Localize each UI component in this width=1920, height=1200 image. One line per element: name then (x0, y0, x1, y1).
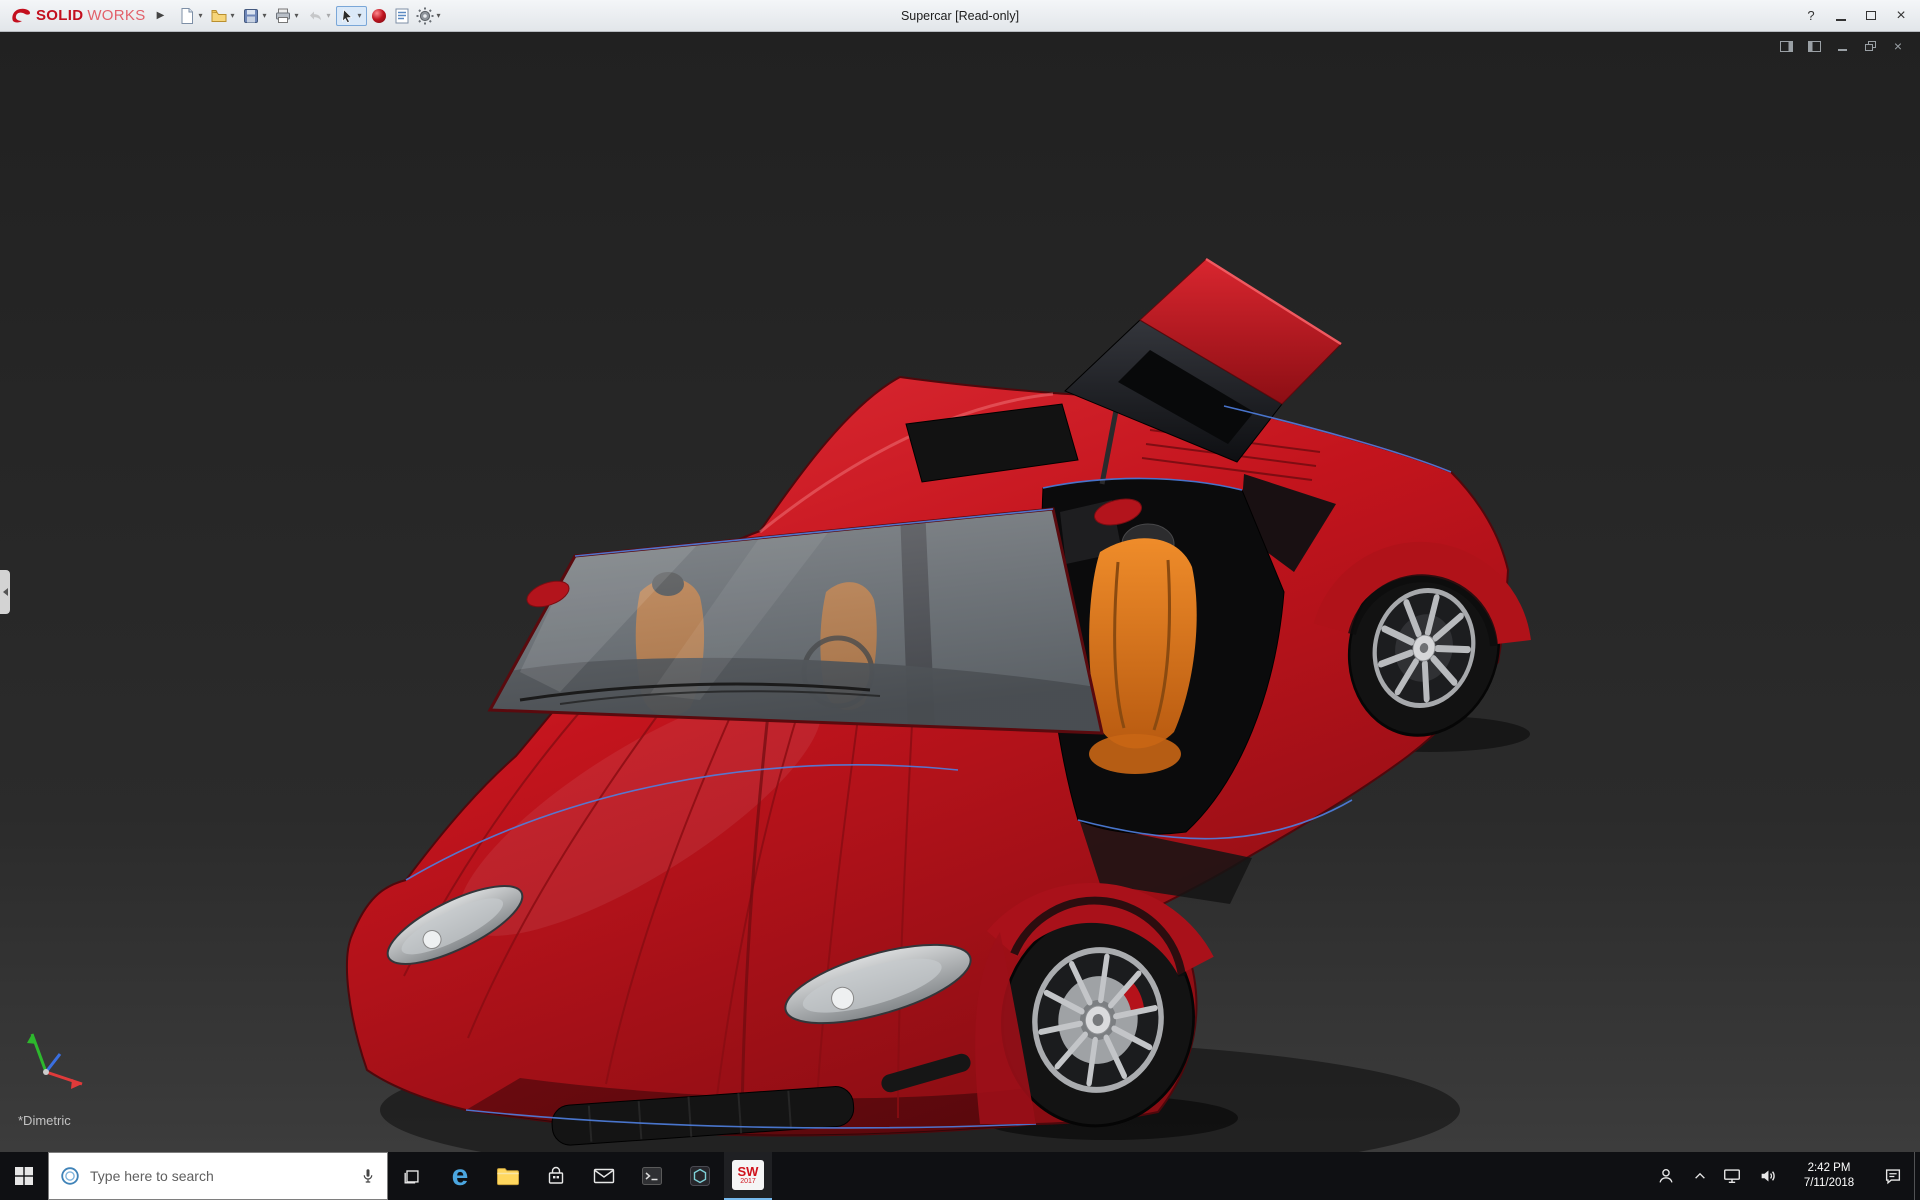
graphics-viewport[interactable]: × *Dimetric (0, 32, 1920, 1152)
doc-close-button[interactable]: × (1888, 38, 1908, 54)
feature-pane-icon (1808, 41, 1821, 52)
appearances-button[interactable] (368, 3, 390, 29)
close-button[interactable]: × (1886, 3, 1916, 29)
taskbar-app-edge[interactable]: e (436, 1152, 484, 1200)
action-center-button[interactable] (1872, 1152, 1914, 1200)
taskbar-app-cad-tool[interactable] (676, 1152, 724, 1200)
dropdown-arrow[interactable]: ▾ (356, 11, 364, 20)
windows-taskbar: Type here to search e (0, 1152, 1920, 1200)
new-document-icon (178, 7, 196, 25)
file-explorer-icon (496, 1165, 520, 1187)
display-pane-button[interactable] (1776, 38, 1796, 54)
minimize-icon (1838, 49, 1847, 51)
network-icon (1722, 1166, 1742, 1186)
dropdown-arrow[interactable]: ▾ (293, 11, 301, 20)
file-properties-button[interactable] (391, 3, 413, 29)
undo-button[interactable]: ▾ (304, 3, 335, 29)
print-icon (274, 7, 292, 25)
show-desktop-button[interactable] (1914, 1152, 1920, 1200)
start-button[interactable] (0, 1152, 48, 1200)
sw-icon-year: 2017 (740, 1178, 756, 1186)
action-center-icon (1883, 1166, 1903, 1186)
chevron-left-icon (3, 588, 8, 596)
dropdown-arrow[interactable]: ▾ (197, 11, 205, 20)
undo-icon (306, 7, 324, 25)
print-button[interactable]: ▾ (272, 3, 303, 29)
logo-text-works: WORKS (87, 7, 145, 24)
microphone-icon[interactable] (359, 1166, 377, 1186)
people-button[interactable] (1646, 1152, 1686, 1200)
help-button[interactable]: ? (1796, 3, 1826, 29)
task-view-button[interactable] (388, 1152, 436, 1200)
volume-button[interactable] (1750, 1152, 1786, 1200)
console-icon (641, 1166, 663, 1186)
solidworks-taskbar-icon: SW 2017 (732, 1160, 764, 1190)
maximize-button[interactable] (1856, 3, 1886, 29)
search-placeholder: Type here to search (90, 1168, 350, 1184)
document-window-controls: × (1776, 38, 1908, 54)
feature-pane-button[interactable] (1804, 38, 1824, 54)
3d-scene[interactable] (0, 32, 1920, 1152)
tray-overflow-button[interactable] (1686, 1152, 1714, 1200)
standard-toolbar: ▾ ▾ ▾ ▾ (176, 3, 445, 29)
save-button[interactable]: ▾ (240, 3, 271, 29)
chevron-up-icon (1693, 1169, 1707, 1183)
taskbar-app-console[interactable] (628, 1152, 676, 1200)
dropdown-arrow[interactable]: ▾ (261, 11, 269, 20)
restore-icon (1865, 41, 1876, 51)
minimize-button[interactable] (1826, 3, 1856, 29)
save-icon (242, 7, 260, 25)
clock-date: 7/11/2018 (1804, 1176, 1854, 1191)
system-tray: 2:42 PM 7/11/2018 (1646, 1152, 1920, 1200)
logo-text-solid: SOLID (36, 7, 83, 24)
people-icon (1656, 1166, 1676, 1186)
feature-manager-collapsed-tab[interactable] (0, 570, 10, 614)
volume-icon (1758, 1166, 1778, 1186)
solidworks-logo: SOLIDWORKS (4, 6, 152, 26)
solidworks-ds-icon (10, 6, 32, 26)
mail-icon (593, 1166, 615, 1186)
doc-restore-button[interactable] (1860, 38, 1880, 54)
title-bar: SOLIDWORKS ▶ ▾ ▾ ▾ (0, 0, 1920, 32)
taskbar-app-file-explorer[interactable] (484, 1152, 532, 1200)
view-orientation-label: *Dimetric (18, 1113, 71, 1128)
windows-logo-icon (15, 1167, 33, 1185)
clock-time: 2:42 PM (1808, 1161, 1851, 1176)
appearance-sphere-icon (370, 7, 388, 25)
dropdown-arrow[interactable]: ▾ (229, 11, 237, 20)
sw-icon-text: SW (738, 1165, 759, 1178)
store-icon (545, 1165, 567, 1187)
menu-flyout-button[interactable]: ▶ (152, 4, 170, 28)
maximize-icon (1866, 11, 1876, 20)
display-pane-icon (1780, 41, 1793, 52)
doc-minimize-button[interactable] (1832, 38, 1852, 54)
solidworks-window: SOLIDWORKS ▶ ▾ ▾ ▾ (0, 0, 1920, 1200)
dropdown-arrow[interactable]: ▾ (435, 11, 443, 20)
select-cursor-icon (339, 8, 355, 24)
dropdown-arrow[interactable]: ▾ (325, 11, 333, 20)
cad-app-icon (689, 1165, 711, 1187)
options-gear-icon (416, 7, 434, 25)
network-button[interactable] (1714, 1152, 1750, 1200)
minimize-icon (1836, 19, 1846, 21)
file-properties-icon (393, 7, 411, 25)
edge-icon: e (452, 1161, 469, 1191)
select-tool-button[interactable]: ▾ (336, 6, 367, 26)
taskbar-app-store[interactable] (532, 1152, 580, 1200)
open-icon (210, 7, 228, 25)
task-view-icon (402, 1166, 422, 1186)
taskbar-app-solidworks[interactable]: SW 2017 (724, 1152, 772, 1200)
new-document-button[interactable]: ▾ (176, 3, 207, 29)
cortana-icon (59, 1165, 81, 1187)
window-controls: ? × (1796, 3, 1916, 29)
options-button[interactable]: ▾ (414, 3, 445, 29)
taskbar-search-input[interactable]: Type here to search (48, 1152, 388, 1200)
taskbar-clock[interactable]: 2:42 PM 7/11/2018 (1786, 1152, 1872, 1200)
taskbar-app-mail[interactable] (580, 1152, 628, 1200)
open-button[interactable]: ▾ (208, 3, 239, 29)
